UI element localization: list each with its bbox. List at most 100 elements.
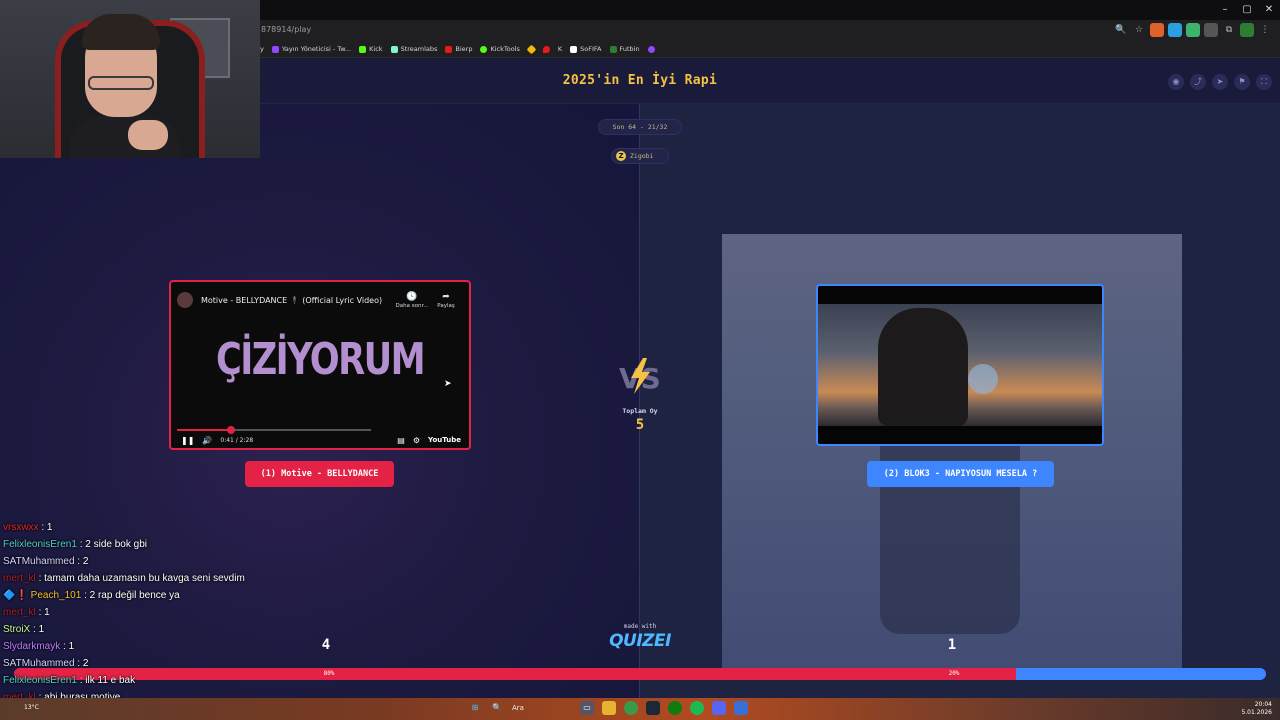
maximize-button[interactable]: ▢: [1236, 0, 1258, 20]
chat-message: SATMuhammed : 2: [3, 553, 383, 570]
right-vote-percent: 20%: [948, 670, 960, 677]
steam-icon[interactable]: [646, 701, 660, 715]
chat-username[interactable]: FelixleonisEren1: [3, 675, 77, 686]
quizei-logo[interactable]: QUIZEI: [590, 631, 690, 651]
taskbar-search-label[interactable]: Ara: [512, 704, 572, 712]
send-icon[interactable]: ➤: [1212, 74, 1228, 90]
task-view-icon[interactable]: ▭: [580, 701, 594, 715]
video-progress-bar[interactable]: [177, 426, 371, 434]
extensions-puzzle-icon[interactable]: ⧉: [1222, 23, 1236, 37]
bookmark[interactable]: Yayın Yöneticisi - Tw...: [271, 45, 351, 53]
chat-text: : 2 rap değil bence ya: [84, 590, 180, 601]
thumbnail-figure: [878, 308, 968, 426]
chat-text: : ilk 11 e bak: [79, 675, 136, 686]
left-video-player[interactable]: Motive - BELLYDANCE 🕴 (Official Lyric Vi…: [169, 280, 471, 450]
vote-option-left-button[interactable]: (1) Motive - BELLYDANCE: [245, 461, 394, 487]
bookmark[interactable]: [647, 45, 655, 53]
start-windows-icon[interactable]: ⊞: [468, 701, 482, 715]
chrome-icon[interactable]: [624, 701, 638, 715]
url-text[interactable]: 878914/play: [261, 25, 311, 34]
minimize-button[interactable]: –: [1214, 0, 1236, 20]
zoom-icon[interactable]: 🔍: [1114, 23, 1128, 37]
extension-icon[interactable]: [1204, 23, 1218, 37]
video-scrubber[interactable]: [226, 426, 235, 434]
extension-icon[interactable]: [1150, 23, 1164, 37]
share-arrow-icon: ➦: [442, 291, 450, 302]
video-title[interactable]: Motive - BELLYDANCE 🕴 (Official Lyric Vi…: [201, 296, 395, 305]
video-time: 0:41 / 2:28: [220, 436, 254, 444]
author-logo-icon: Z: [616, 151, 626, 161]
youtube-logo[interactable]: YouTube: [428, 436, 461, 444]
spotify-icon[interactable]: [690, 701, 704, 715]
bookmark[interactable]: Kick: [359, 45, 383, 53]
chat-message: vrsxwxx : 1: [3, 519, 383, 536]
search-icon[interactable]: 🔍: [490, 701, 504, 715]
chat-username[interactable]: StroiX: [3, 624, 30, 635]
chat-text: : 1: [63, 641, 75, 652]
chat-username[interactable]: Slydarkmayk: [3, 641, 60, 652]
extension-icon[interactable]: [1168, 23, 1182, 37]
fullscreen-icon[interactable]: ⛶: [1256, 74, 1272, 90]
vote-option-right-button[interactable]: (2) BLOK3 - NAPIYOSUN MESELA ?: [867, 461, 1054, 487]
chat-message: FelixleonisEren1 : ilk 11 e bak: [3, 672, 383, 689]
browser-toolbar: 🔍 ☆ ⧉ ⋮: [1114, 23, 1272, 37]
captions-icon[interactable]: ▤: [397, 436, 405, 445]
channel-avatar[interactable]: [177, 292, 193, 308]
extension-icon[interactable]: [1186, 23, 1200, 37]
discord-icon[interactable]: [712, 701, 726, 715]
profile-icon[interactable]: [1240, 23, 1254, 37]
thumbnail-highlight: [968, 364, 998, 394]
bookmark[interactable]: [542, 45, 550, 53]
bookmark[interactable]: KickTools: [480, 45, 520, 53]
webcam-overlay: [0, 0, 260, 158]
chat-text: : 1: [33, 624, 45, 635]
windows-taskbar: 13°C ⊞ 🔍 Ara ▭ 20:04 5.01.2026: [0, 698, 1280, 720]
chat-username[interactable]: mert_kl: [3, 607, 36, 618]
share-icon[interactable]: ⤴: [1190, 74, 1206, 90]
file-explorer-icon[interactable]: [602, 701, 616, 715]
round-badge: Son 64 - 21/32: [598, 119, 682, 135]
author-badge[interactable]: Z Zigobi: [611, 148, 669, 164]
total-votes-label: Toplam Oy: [622, 407, 658, 415]
chat-username[interactable]: mert_kl: [3, 573, 36, 584]
chat-username[interactable]: 🔷❗ Peach_101: [3, 590, 81, 601]
pause-icon[interactable]: ❚❚: [181, 436, 194, 445]
close-button[interactable]: ✕: [1258, 0, 1280, 20]
share-button[interactable]: ➦ Paylaş: [429, 292, 463, 309]
chat-text: : 2: [77, 556, 89, 567]
bookmark[interactable]: Bierp: [445, 45, 472, 53]
video-progress-fill: [177, 429, 231, 431]
made-with-label: made with: [623, 623, 657, 630]
chat-username[interactable]: vrsxwxx: [3, 522, 39, 533]
clock-date: 5.01.2026: [1241, 709, 1272, 716]
settings-gear-icon[interactable]: ⚙: [413, 436, 420, 445]
chat-text: : 1: [38, 607, 50, 618]
weather-widget[interactable]: 13°C: [24, 704, 39, 711]
bookmark[interactable]: Streamlabs: [390, 45, 437, 53]
chat-username[interactable]: SATMuhammed: [3, 556, 75, 567]
system-clock[interactable]: 20:04 5.01.2026: [1241, 701, 1272, 717]
clock-icon: 🕓: [406, 291, 418, 302]
chat-message: mert_kl : tamam daha uzamasın bu kavga s…: [3, 570, 383, 587]
total-votes-value: 5: [635, 417, 645, 433]
flag-icon[interactable]: ⚑: [1234, 74, 1250, 90]
header-actions: ◉ ⤴ ➤ ⚑ ⛶: [1168, 74, 1272, 90]
bookmark[interactable]: SoFIFA: [570, 45, 602, 53]
bookmark[interactable]: K: [558, 45, 562, 53]
xbox-icon[interactable]: [668, 701, 682, 715]
eye-icon[interactable]: ◉: [1168, 74, 1184, 90]
volume-icon[interactable]: 🔊: [202, 436, 212, 445]
stream-chat-overlay: vrsxwxx : 1 FelixleonisEren1 : 2 side bok…: [3, 519, 383, 720]
author-name: Zigobi: [630, 152, 654, 160]
bookmark[interactable]: Futbin: [609, 45, 640, 53]
right-video-player[interactable]: [816, 284, 1104, 446]
webcam-streamer-hair: [82, 14, 160, 50]
app-icon[interactable]: [734, 701, 748, 715]
chat-username[interactable]: FelixleonisEren1: [3, 539, 77, 550]
watch-later-button[interactable]: 🕓 Daha sonr...: [395, 292, 429, 309]
star-icon[interactable]: ☆: [1132, 23, 1146, 37]
bookmark[interactable]: [526, 44, 537, 54]
chat-text: : 2 side bok gbi: [79, 539, 147, 550]
chat-username[interactable]: SATMuhammed: [3, 658, 75, 669]
menu-icon[interactable]: ⋮: [1258, 23, 1272, 37]
